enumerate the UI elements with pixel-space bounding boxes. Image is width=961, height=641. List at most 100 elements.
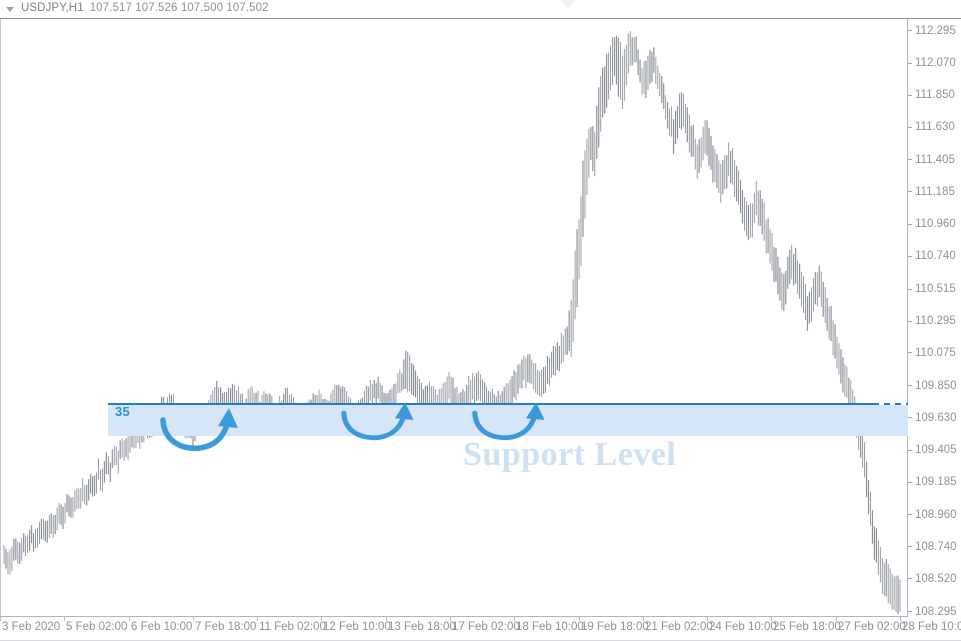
- price-axis-tick: 108.520: [908, 572, 957, 585]
- support-zone-band[interactable]: [108, 405, 908, 436]
- support-level-caption: Support Level: [463, 436, 677, 473]
- price-axis-tick: 109.185: [908, 476, 957, 489]
- support-level-line[interactable]: [108, 403, 873, 405]
- price-axis[interactable]: 112.295 112.070 111.850 111.630 111.405 111.1…: [908, 19, 961, 618]
- symbol-info-row: USDJPY,H1 107.517 107.526 107.500 107.50…: [6, 2, 269, 14]
- price-axis-tick: 108.960: [908, 508, 957, 521]
- price-bars-svg: [3, 31, 901, 614]
- time-tick-label: 13 Feb 18:00: [388, 621, 456, 633]
- price-tick-label: 110.295: [915, 315, 956, 327]
- price-tick-mark: [908, 159, 912, 161]
- price-tick-label: 111.850: [915, 89, 955, 102]
- time-tick-label: 21 Feb 02:00: [645, 621, 713, 633]
- price-axis-tick: 110.960: [908, 218, 956, 231]
- price-tick-label: 108.960: [915, 508, 957, 521]
- price-axis-tick: 111.850: [908, 89, 955, 102]
- price-tick-mark: [908, 449, 912, 451]
- time-tick-mark: [900, 617, 901, 621]
- time-axis[interactable]: 3 Feb 2020 5 Feb 02:00 6 Feb 10:00 7 Feb 18…: [0, 617, 961, 641]
- price-tick-mark: [908, 320, 912, 322]
- support-zone-number-label: 35: [115, 404, 131, 419]
- ohlc-values-label: 107.517 107.526 107.500 107.502: [89, 2, 269, 14]
- price-tick-label: 110.960: [915, 218, 956, 231]
- time-tick-mark: [0, 617, 1, 621]
- price-tick-mark: [908, 417, 912, 419]
- price-tick-mark: [908, 126, 912, 128]
- price-axis-tick: 110.515: [908, 283, 956, 296]
- price-tick-mark: [908, 30, 912, 31]
- time-tick-label: 6 Feb 10:00: [131, 621, 193, 633]
- plot-left-border: [0, 19, 1, 616]
- time-tick-mark: [579, 617, 580, 621]
- time-tick-mark: [129, 617, 130, 621]
- time-tick-mark: [450, 617, 451, 621]
- time-tick-label: 7 Feb 18:00: [195, 621, 257, 633]
- price-plot-area[interactable]: [0, 19, 908, 616]
- price-tick-label: 110.515: [915, 283, 956, 296]
- price-tick-label: 109.630: [915, 411, 957, 424]
- price-tick-mark: [908, 352, 912, 354]
- triangle-down-icon[interactable]: [6, 5, 15, 14]
- price-tick-label: 108.295: [915, 605, 957, 618]
- price-tick-label: 109.405: [915, 444, 957, 457]
- price-tick-mark: [908, 94, 912, 96]
- price-axis-tick: 110.740: [908, 250, 956, 263]
- price-tick-mark: [908, 385, 912, 387]
- time-tick-label: 3 Feb 2020: [2, 621, 61, 633]
- price-tick-label: 111.185: [915, 185, 955, 198]
- price-axis-tick: 110.075: [908, 346, 956, 359]
- time-tick-label: 12 Feb 10:00: [323, 621, 391, 633]
- price-tick-mark: [908, 578, 912, 580]
- chart-header-bar: USDJPY,H1 107.517 107.526 107.500 107.50…: [0, 0, 961, 19]
- price-axis-tick: 109.405: [908, 444, 957, 457]
- time-tick-label: 18 Feb 10:00: [516, 621, 584, 633]
- price-axis-tick: 108.740: [908, 540, 957, 553]
- price-tick-mark: [908, 611, 912, 612]
- time-tick-mark: [193, 617, 194, 621]
- price-tick-mark: [908, 514, 912, 516]
- time-tick-label: 25 Feb 18:00: [773, 621, 841, 633]
- time-tick-label: 17 Feb 02:00: [452, 621, 520, 633]
- price-tick-label: 109.850: [915, 379, 957, 392]
- price-axis-tick: 109.630: [908, 411, 957, 424]
- price-tick-label: 111.630: [915, 121, 955, 134]
- support-level-line-dashed-extension: [873, 403, 908, 405]
- time-tick-mark: [771, 617, 772, 621]
- price-tick-label: 108.520: [915, 572, 957, 585]
- price-tick-label: 112.295: [915, 24, 956, 37]
- price-tick-label: 110.075: [915, 346, 956, 359]
- price-tick-label: 109.185: [915, 476, 957, 489]
- price-axis-tick: 112.295: [908, 24, 956, 37]
- price-tick-mark: [908, 481, 912, 483]
- price-axis-tick: 112.070: [908, 57, 956, 70]
- time-tick-mark: [707, 617, 708, 621]
- time-tick-mark: [643, 617, 644, 621]
- price-tick-label: 108.740: [915, 540, 957, 553]
- chart-window: USDJPY,H1 107.517 107.526 107.500 107.50…: [0, 0, 961, 641]
- time-tick-mark: [321, 617, 322, 621]
- time-tick-label: 27 Feb 02:00: [838, 621, 906, 633]
- time-tick-mark: [64, 617, 65, 621]
- symbol-timeframe-label: USDJPY,H1: [21, 2, 84, 14]
- time-tick-label: 28 Feb 10:00: [902, 621, 961, 633]
- time-tick-label: 24 Feb 10:00: [709, 621, 777, 633]
- price-tick-mark: [908, 255, 912, 257]
- price-tick-mark: [908, 546, 912, 548]
- price-axis-tick: 109.850: [908, 379, 957, 392]
- price-tick-mark: [908, 288, 912, 290]
- price-axis-tick: 111.185: [908, 185, 955, 198]
- price-axis-tick: 110.295: [908, 315, 956, 328]
- price-tick-label: 111.405: [915, 153, 955, 166]
- price-tick-label: 110.740: [915, 250, 956, 263]
- time-tick-mark: [514, 617, 515, 621]
- time-tick-label: 11 Feb 02:00: [259, 621, 326, 633]
- price-tick-mark: [908, 191, 912, 193]
- chart-collapse-marker-icon[interactable]: [561, 0, 575, 8]
- time-tick-label: 19 Feb 18:00: [581, 621, 649, 633]
- time-tick-mark: [836, 617, 837, 621]
- time-tick-mark: [386, 617, 387, 621]
- price-tick-label: 112.070: [915, 57, 956, 70]
- price-axis-tick: 111.630: [908, 121, 955, 134]
- price-axis-tick: 111.405: [908, 153, 955, 166]
- time-tick-label: 5 Feb 02:00: [66, 621, 128, 633]
